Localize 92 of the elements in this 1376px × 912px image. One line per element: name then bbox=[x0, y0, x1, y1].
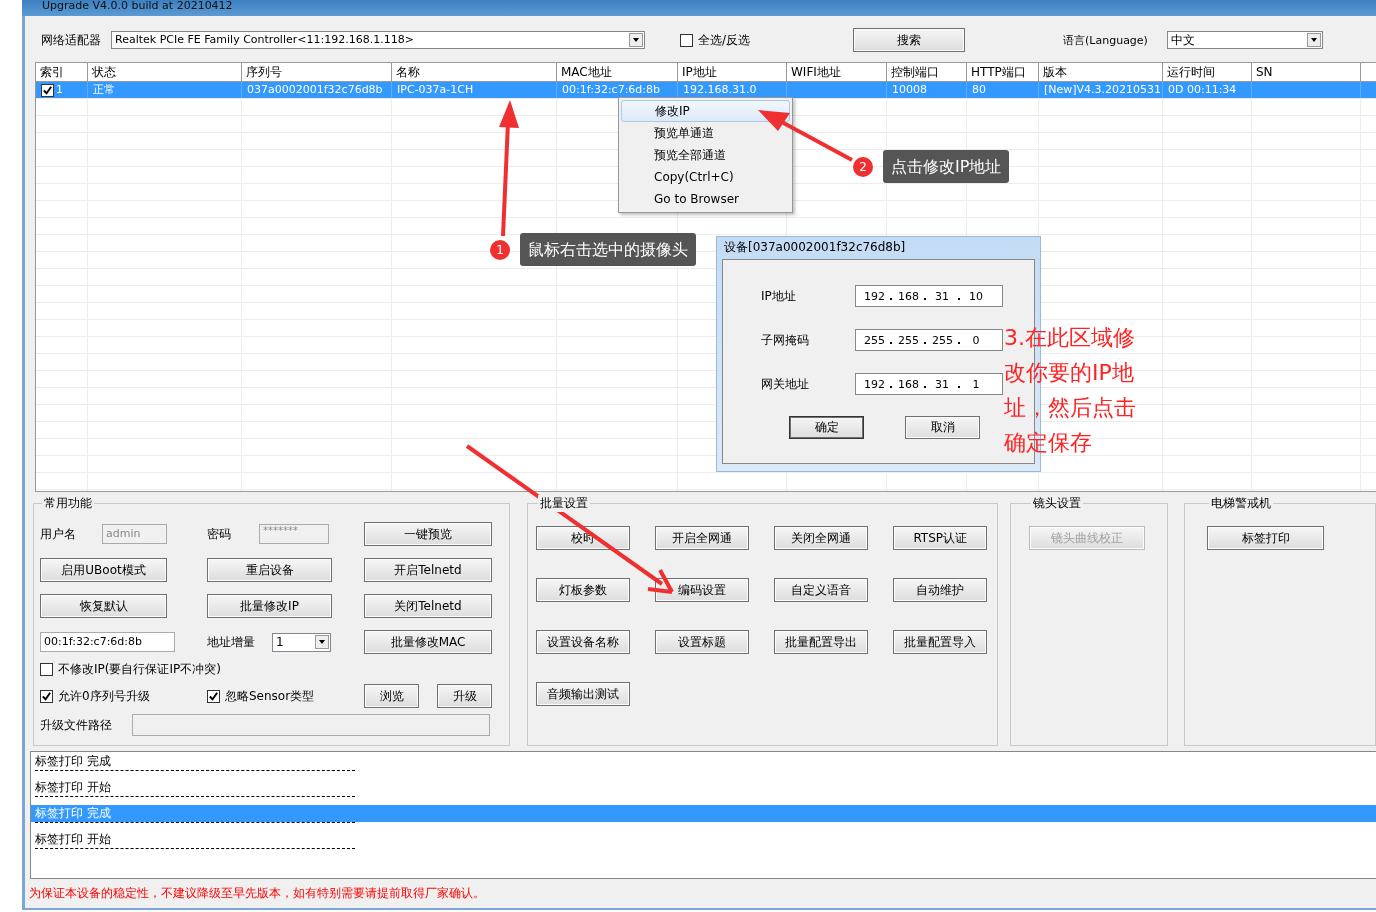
menu-item[interactable]: Go to Browser bbox=[621, 188, 790, 210]
dialog-button[interactable]: 取消 bbox=[905, 416, 980, 439]
path-field[interactable] bbox=[132, 714, 490, 736]
action-button[interactable]: 重启设备 bbox=[207, 558, 332, 582]
action-button[interactable]: 批量修改IP bbox=[207, 594, 332, 618]
field-label: IP地址 bbox=[760, 287, 797, 305]
browse-button[interactable]: 浏览 bbox=[364, 684, 419, 708]
group-title: 常用功能 bbox=[42, 495, 94, 512]
status-message: 为保证本设备的稳定性，不建议降级至早先版本，如有特别需要请提前取得厂家确认。 bbox=[28, 885, 486, 902]
column-header[interactable]: MAC地址 bbox=[557, 63, 678, 81]
menu-item[interactable]: 预览全部通道 bbox=[621, 144, 790, 166]
action-button[interactable]: 灯板参数 bbox=[536, 578, 631, 602]
checkbox-label: 不修改IP(要自行保证IP不冲突) bbox=[58, 660, 221, 678]
table-cell: 正常 bbox=[88, 82, 242, 98]
column-header[interactable]: 名称 bbox=[392, 63, 557, 81]
ip-address-field[interactable]: 192 168 31 1 bbox=[855, 373, 1003, 395]
menu-item[interactable]: Copy(Ctrl+C) bbox=[621, 166, 790, 188]
column-header[interactable]: WIFI地址 bbox=[787, 63, 887, 81]
action-button[interactable]: 设置设备名称 bbox=[536, 630, 631, 654]
action-button[interactable]: 启用UBoot模式 bbox=[40, 558, 167, 582]
action-button[interactable]: 设置标题 bbox=[655, 630, 750, 654]
path-label: 升级文件路径 bbox=[40, 716, 113, 734]
table-cell: [New]V4.3.20210531 bbox=[1039, 82, 1163, 98]
language-dropdown[interactable]: 中文 bbox=[1166, 31, 1323, 49]
column-header[interactable]: 状态 bbox=[88, 63, 242, 81]
action-button[interactable]: 自动维护 bbox=[893, 578, 988, 602]
menu-item[interactable]: 修改IP bbox=[621, 100, 790, 122]
row-checkbox[interactable] bbox=[41, 83, 54, 97]
checkbox[interactable] bbox=[40, 662, 53, 676]
menu-item[interactable]: 预览单通道 bbox=[621, 122, 790, 144]
column-header[interactable]: IP地址 bbox=[678, 63, 787, 81]
column-header[interactable]: 序列号 bbox=[242, 63, 392, 81]
log-line[interactable]: 标签打印 开始 bbox=[31, 779, 1376, 796]
window-title: Upgrade V4.0.0 build at 20210412 bbox=[42, 0, 233, 12]
action-button[interactable]: 批量配置导入 bbox=[893, 630, 988, 654]
field-label: 子网掩码 bbox=[760, 331, 810, 349]
search-button[interactable]: 搜索 bbox=[853, 28, 966, 52]
column-header[interactable]: 索引 bbox=[36, 63, 88, 81]
table-cell: 037a0002001f32c76d8b bbox=[242, 82, 392, 98]
column-header[interactable]: 版本 bbox=[1039, 63, 1163, 81]
action-button[interactable]: 关闭全网通 bbox=[774, 526, 869, 550]
mac-button[interactable]: 批量修改MAC bbox=[364, 630, 492, 654]
log-line[interactable]: 标签打印 开始 bbox=[31, 831, 1376, 848]
action-button[interactable]: 开启全网通 bbox=[655, 526, 750, 550]
adapter-label: 网络适配器 bbox=[41, 31, 101, 49]
dialog-button[interactable]: 确定 bbox=[789, 416, 864, 439]
checkbox-label: 忽略Sensor类型 bbox=[225, 687, 315, 705]
ip-address-field[interactable]: 255 255 255 0 bbox=[855, 329, 1003, 351]
caret-icon bbox=[1306, 33, 1321, 47]
action-button[interactable]: 恢复默认 bbox=[40, 594, 167, 618]
caret-icon bbox=[629, 33, 643, 47]
action-button[interactable]: 开启Telnetd bbox=[364, 558, 492, 582]
action-button[interactable]: 编码设置 bbox=[655, 578, 750, 602]
dialog-title: 设备[037a0002001f32c76d8b] bbox=[723, 239, 907, 256]
action-button[interactable]: 标签打印 bbox=[1207, 526, 1325, 550]
group-title: 批量设置 bbox=[538, 495, 591, 512]
annotation-text: 3.在此区域修改你要的IP地址，然后点击确定保存 bbox=[1004, 324, 1137, 457]
column-header[interactable]: SN bbox=[1252, 63, 1361, 81]
action-button[interactable]: RTSP认证 bbox=[893, 526, 988, 550]
callout-label: 鼠标右击选中的摄像头 bbox=[520, 233, 696, 266]
group-title: 镜头设置 bbox=[1031, 495, 1084, 512]
column-header[interactable]: 运行时间 bbox=[1163, 63, 1252, 81]
increment-dropdown[interactable]: 1 bbox=[272, 632, 331, 652]
checkbox-label: 全选/反选 bbox=[698, 31, 751, 49]
checkbox[interactable] bbox=[207, 689, 220, 703]
checkbox[interactable] bbox=[40, 689, 53, 703]
column-header[interactable]: 控制端口 bbox=[887, 63, 967, 81]
increment-label: 地址增量 bbox=[207, 633, 256, 651]
ip-address-field[interactable]: 192 168 31 10 bbox=[855, 285, 1003, 307]
action-button[interactable]: 批量配置导出 bbox=[774, 630, 869, 654]
preview-button[interactable]: 一键预览 bbox=[364, 522, 492, 546]
checkbox-label: 允许0序列号升级 bbox=[58, 687, 150, 705]
callout-label: 点击修改IP地址 bbox=[883, 150, 1010, 183]
username-label: 用户名 bbox=[40, 525, 77, 543]
action-button[interactable]: 关闭Telnetd bbox=[364, 594, 492, 618]
log-line[interactable]: 标签打印 完成 bbox=[31, 753, 1376, 770]
group-title: 电梯警戒机 bbox=[1209, 495, 1274, 512]
column-header[interactable]: HTTP端口 bbox=[967, 63, 1039, 81]
table-cell: 10008 bbox=[887, 82, 967, 98]
action-button[interactable]: 自定义语音 bbox=[774, 578, 869, 602]
language-label: 语言(Language) bbox=[1063, 32, 1148, 48]
row-index: 1 bbox=[56, 82, 63, 98]
caret-icon bbox=[315, 634, 329, 649]
table-cell: IPC-037a-1CH bbox=[392, 82, 557, 98]
mac-field[interactable]: 00:1f:32:c7:6d:8b bbox=[40, 632, 175, 652]
table-cell: 0D 00:11:34 bbox=[1163, 82, 1252, 98]
adapter-dropdown[interactable]: Realtek PCIe FE Family Controller<11:192.168.1.118> bbox=[111, 31, 645, 49]
field-label: 网关地址 bbox=[760, 375, 810, 393]
action-button[interactable]: 音频输出测试 bbox=[536, 682, 631, 706]
upgrade-button[interactable]: 升级 bbox=[437, 684, 492, 708]
checkbox[interactable] bbox=[680, 33, 693, 47]
table-cell: 80 bbox=[967, 82, 1039, 98]
